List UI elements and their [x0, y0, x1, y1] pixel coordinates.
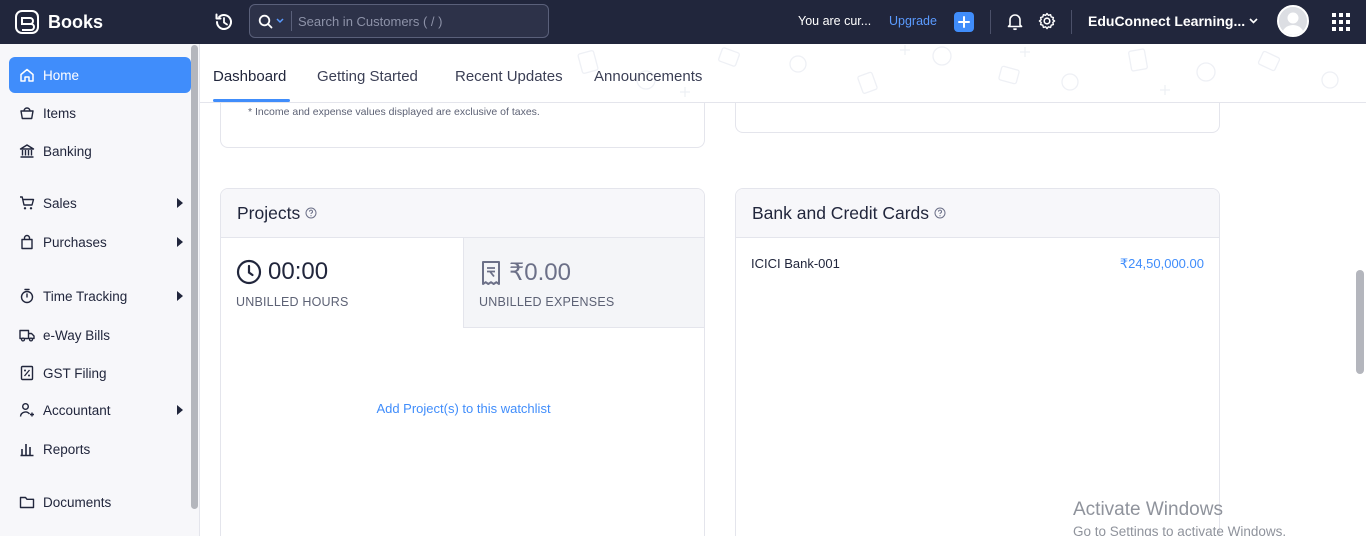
- tab-dashboard[interactable]: Dashboard: [213, 68, 286, 85]
- bag-icon: [21, 234, 33, 250]
- folder-icon: [19, 496, 35, 509]
- sidebar-item-reports[interactable]: Reports: [9, 431, 191, 467]
- unbilled-hours-value: 00:00: [268, 258, 329, 285]
- caret-right-icon: [177, 198, 183, 208]
- sidebar-item-label: Time Tracking: [43, 288, 128, 304]
- bank-account-row[interactable]: ICICI Bank-001 ₹24,50,000.00: [751, 256, 1204, 272]
- settings-gear-icon[interactable]: [1037, 11, 1057, 31]
- unbilled-hours-tile[interactable]: 00:00 UNBILLED HOURS: [221, 238, 463, 328]
- sidebar-item-purchases[interactable]: Purchases: [9, 224, 191, 260]
- cart-icon: [20, 196, 35, 210]
- sidebar-item-banking[interactable]: Banking: [9, 133, 191, 169]
- bank-card-header: Bank and Credit Cards: [736, 189, 1219, 238]
- sidebar-item-home[interactable]: Home: [9, 57, 191, 93]
- sidebar-item-accountant[interactable]: Accountant: [9, 392, 191, 428]
- sidebar-item-label: e-Way Bills: [43, 327, 111, 343]
- app-name: Books: [48, 11, 104, 32]
- sidebar-item-e-way-bills[interactable]: e-Way Bills: [9, 317, 191, 353]
- bank-cards-title: Bank and Credit Cards: [752, 202, 930, 223]
- tax-disclaimer: * Income and expense values displayed ar…: [248, 106, 540, 118]
- tab-recent-updates[interactable]: Recent Updates: [455, 68, 563, 85]
- caret-right-icon: [177, 291, 183, 301]
- basket-icon: [20, 107, 34, 120]
- sidebar-item-sales[interactable]: Sales: [9, 185, 191, 221]
- organization-switcher[interactable]: EduConnect Learning...: [1088, 13, 1258, 29]
- unbilled-hours-value-row: 00:00: [236, 258, 328, 286]
- upgrade-link[interactable]: Upgrade: [889, 14, 937, 28]
- sidebar-scrollbar[interactable]: [191, 45, 198, 509]
- organization-name: EduConnect Learning...: [1088, 13, 1246, 29]
- sidebar-item-gst-filing[interactable]: GST Filing: [9, 355, 191, 391]
- notifications-bell-icon[interactable]: [1005, 11, 1025, 31]
- bank-account-name: ICICI Bank-001: [751, 256, 840, 271]
- help-icon[interactable]: [305, 207, 317, 219]
- sidebar-item-label: Purchases: [43, 234, 107, 250]
- projects-card: Projects 00:00 UNBILLED HOURS ₹0.00 UNBI…: [220, 188, 705, 536]
- sidebar-item-items[interactable]: Items: [9, 95, 191, 131]
- percent-doc-icon: [20, 365, 34, 381]
- clock-icon: [236, 259, 262, 285]
- income-expense-card: * Income and expense values displayed ar…: [220, 103, 705, 148]
- caret-right-icon: [177, 237, 183, 247]
- books-logo-icon: [15, 10, 39, 34]
- receipt-icon: [482, 260, 500, 285]
- projects-title: Projects: [237, 202, 301, 223]
- app-brand[interactable]: Books: [14, 9, 103, 35]
- sidebar-item-label: Home: [43, 67, 80, 83]
- unbilled-expenses-value-row: ₹0.00: [479, 258, 571, 287]
- sidebar-item-label: Sales: [43, 195, 77, 211]
- windows-activation-subtitle: Go to Settings to activate Windows.: [1073, 524, 1287, 536]
- tab-announcements[interactable]: Announcements: [594, 68, 702, 85]
- user-silhouette-icon: [1279, 7, 1307, 35]
- unbilled-expenses-value: ₹0.00: [509, 259, 571, 286]
- sidebar-item-documents[interactable]: Documents: [9, 484, 191, 520]
- projects-card-header: Projects: [221, 189, 704, 238]
- previous-card-right: [735, 103, 1220, 133]
- unbilled-expenses-tile[interactable]: ₹0.00 UNBILLED EXPENSES: [463, 238, 704, 328]
- unbilled-hours-label: UNBILLED HOURS: [236, 295, 349, 309]
- top-bar: Books You are cur... Upgrade: [0, 0, 1366, 44]
- sidebar: Home Items Banking Sales Purchases Time …: [0, 44, 200, 536]
- sidebar-item-label: GST Filing: [43, 365, 107, 381]
- search-icon: [258, 14, 273, 28]
- stopwatch-icon: [20, 288, 34, 304]
- recent-history-icon[interactable]: [213, 11, 235, 33]
- sidebar-item-label: Accountant: [43, 402, 111, 418]
- truck-icon: [19, 329, 35, 342]
- sidebar-item-label: Reports: [43, 441, 91, 457]
- add-projects-watchlist-link[interactable]: Add Project(s) to this watchlist: [221, 401, 704, 416]
- unbilled-expenses-label: UNBILLED EXPENSES: [479, 295, 615, 309]
- dashboard-content: * Income and expense values displayed ar…: [200, 103, 1366, 536]
- sidebar-item-label: Documents: [43, 494, 112, 510]
- search-bar: [249, 4, 549, 38]
- dashboard-tab-bar: Dashboard Getting Started Recent Updates…: [200, 44, 1366, 103]
- topbar-divider: [990, 10, 991, 34]
- bar-chart-icon: [20, 444, 34, 457]
- help-icon[interactable]: [934, 207, 946, 219]
- topbar-divider: [1071, 10, 1072, 34]
- search-input[interactable]: [292, 13, 548, 29]
- sidebar-item-label: Items: [43, 105, 77, 121]
- plus-icon: [958, 16, 970, 28]
- active-tab-indicator: [213, 99, 290, 102]
- trial-status-text: You are cur...: [798, 14, 872, 28]
- user-avatar[interactable]: [1277, 5, 1309, 37]
- search-scope-dropdown[interactable]: [250, 11, 292, 31]
- bank-account-balance[interactable]: ₹24,50,000.00: [1120, 256, 1204, 272]
- windows-activation-title: Activate Windows: [1073, 499, 1223, 520]
- sidebar-item-time-tracking[interactable]: Time Tracking: [9, 278, 191, 314]
- main-scrollbar[interactable]: [1356, 270, 1364, 374]
- app-grid-icon[interactable]: [1332, 13, 1350, 31]
- caret-right-icon: [177, 405, 183, 415]
- bank-icon: [19, 144, 35, 158]
- bank-credit-cards-card: Bank and Credit Cards ICICI Bank-001 ₹24…: [735, 188, 1220, 536]
- quick-create-button[interactable]: [954, 12, 974, 32]
- sidebar-item-label: Banking: [43, 143, 92, 159]
- chevron-down-icon: [1249, 18, 1258, 24]
- accountant-icon: [19, 403, 34, 417]
- chevron-down-icon: [276, 18, 284, 24]
- tab-getting-started[interactable]: Getting Started: [317, 68, 418, 85]
- home-icon: [20, 68, 34, 82]
